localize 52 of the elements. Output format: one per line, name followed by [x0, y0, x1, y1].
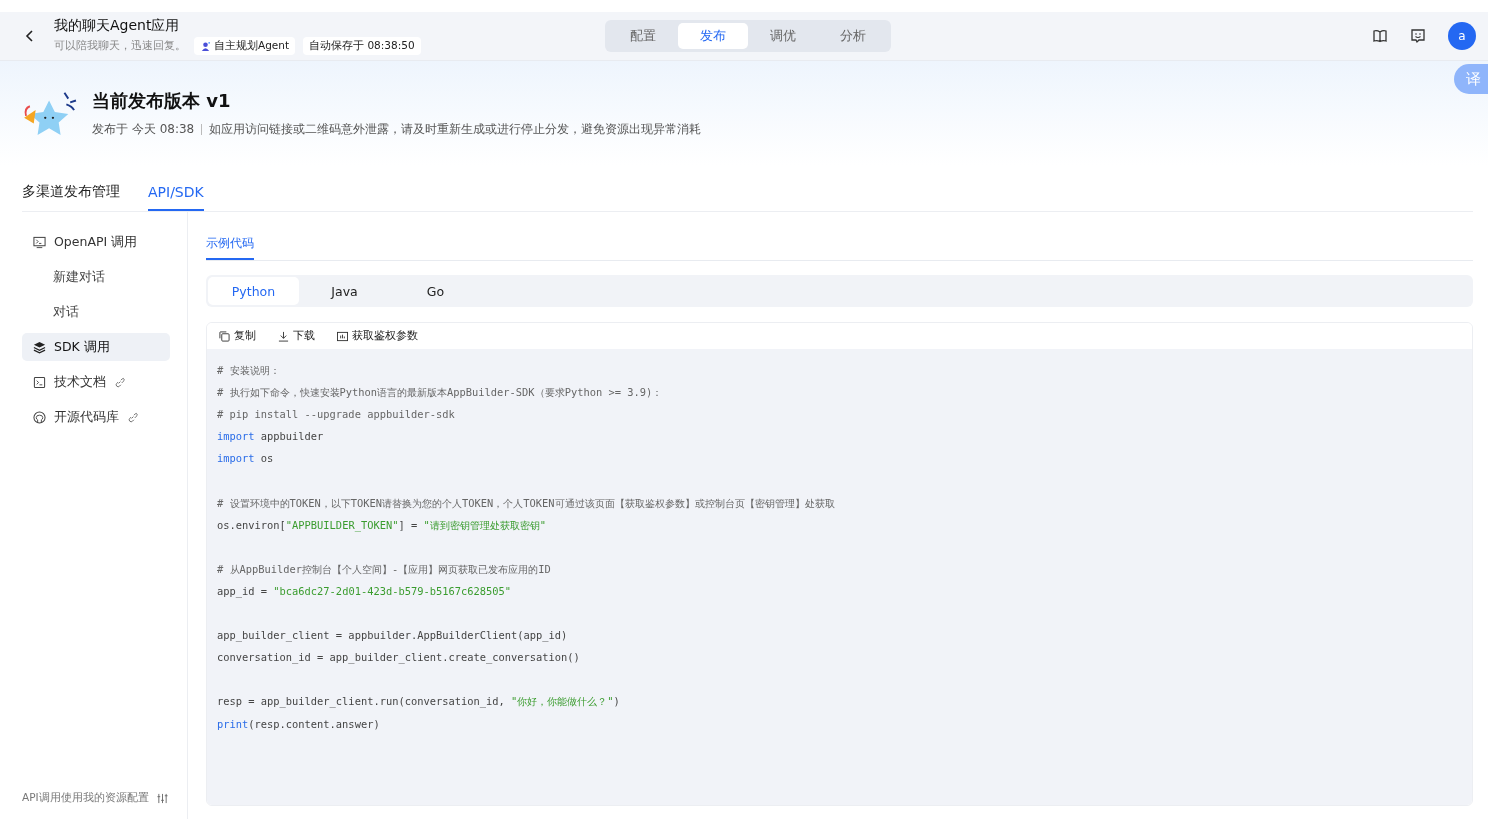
code-line: print(resp.content.answer): [217, 716, 381, 732]
app-title: 我的聊天Agent应用: [54, 17, 181, 35]
page-tab[interactable]: 分析: [818, 23, 888, 49]
code-line: import os: [217, 451, 275, 467]
sidebar-item[interactable]: SDK 调用: [22, 333, 170, 361]
terminal-icon: [33, 235, 46, 249]
toolbar-button[interactable]: 复制: [219, 329, 256, 343]
resource-config-label: API调用使用我的资源配置: [22, 791, 149, 805]
code-line: conversation_id = app_builder_client.create_conversation(): [217, 650, 581, 666]
code-line: app_id = "bca6dc27-2d01-423d-b579-b5167c628505": [217, 583, 513, 600]
section-tab[interactable]: 多渠道发布管理: [22, 175, 120, 211]
language-tab[interactable]: Python: [208, 277, 299, 305]
book-icon[interactable]: [1372, 28, 1388, 44]
sidebar-item[interactable]: OpenAPI 调用: [22, 228, 170, 256]
autosave-status: 自动保存于 08:38:50: [303, 37, 421, 55]
link-icon: [114, 376, 125, 388]
sidebar-item[interactable]: 对话: [22, 298, 170, 326]
toolbar-button[interactable]: 下载: [278, 329, 315, 343]
language-tab[interactable]: Java: [299, 277, 390, 305]
layers-icon: [33, 340, 46, 354]
page-tab[interactable]: 调优: [748, 23, 818, 49]
download-icon: [278, 330, 289, 342]
code-line: # 设置环境中的TOKEN，以下TOKEN请替换为您的个人TOKEN，个人TOKEN可通过该页面【获取鉴权参数】或控制台页【密钥管理】处获取: [217, 495, 836, 511]
toolbar-button[interactable]: 获取鉴权参数: [337, 329, 418, 343]
security-notice: 如应用访问链接或二维码意外泄露，请及时重新生成或进行停止分发，避免资源出现异常消耗: [209, 120, 702, 138]
code-line: # 执行如下命令，快速安装Python语言的最新版本AppBuilder-SDK（要求Python >= 3.9)：: [217, 385, 664, 401]
code-line: resp = app_builder_client.run(conversation_id, "你好，你能做什么？"): [217, 694, 621, 710]
sidebar-item[interactable]: 开源代码库: [22, 403, 170, 431]
user-avatar[interactable]: a: [1448, 22, 1476, 50]
page-tab[interactable]: 配置: [608, 23, 678, 49]
code-line: # pip install --upgrade appbuilder-sdk: [217, 407, 456, 423]
agent-type-label: 自主规划Agent: [214, 39, 290, 53]
feedback-icon[interactable]: [1410, 28, 1426, 44]
chart-icon: [337, 330, 348, 342]
app-description: 可以陪我聊天，迅速回复。: [54, 39, 186, 53]
page-tab[interactable]: 发布: [678, 23, 748, 49]
code-line: app_builder_client = appbuilder.AppBuilderClient(app_id): [217, 628, 569, 644]
code-line: import appbuilder: [217, 429, 325, 445]
language-tab[interactable]: Go: [390, 277, 481, 305]
sidebar-item[interactable]: 新建对话: [22, 263, 170, 291]
code-line: # 安装说明：: [217, 363, 281, 378]
sidebar-item[interactable]: 技术文档: [22, 368, 170, 396]
sample-code-tab[interactable]: 示例代码: [206, 233, 254, 260]
section-tab[interactable]: API/SDK: [148, 175, 204, 211]
code-line: os.environ["APPBUILDER_TOKEN"] = "请到密钥管理处获取密钥": [217, 517, 547, 534]
document-icon: [33, 375, 46, 389]
publish-time: 发布于 今天 08:38: [92, 120, 195, 138]
copy-icon: [219, 330, 230, 342]
release-title: 当前发布版本 v1: [92, 88, 232, 113]
sliders-icon[interactable]: [156, 792, 168, 804]
link-icon: [127, 411, 138, 423]
code-line: # 从AppBuilder控制台【个人空间】-【应用】网页获取已发布应用的ID: [217, 561, 552, 577]
